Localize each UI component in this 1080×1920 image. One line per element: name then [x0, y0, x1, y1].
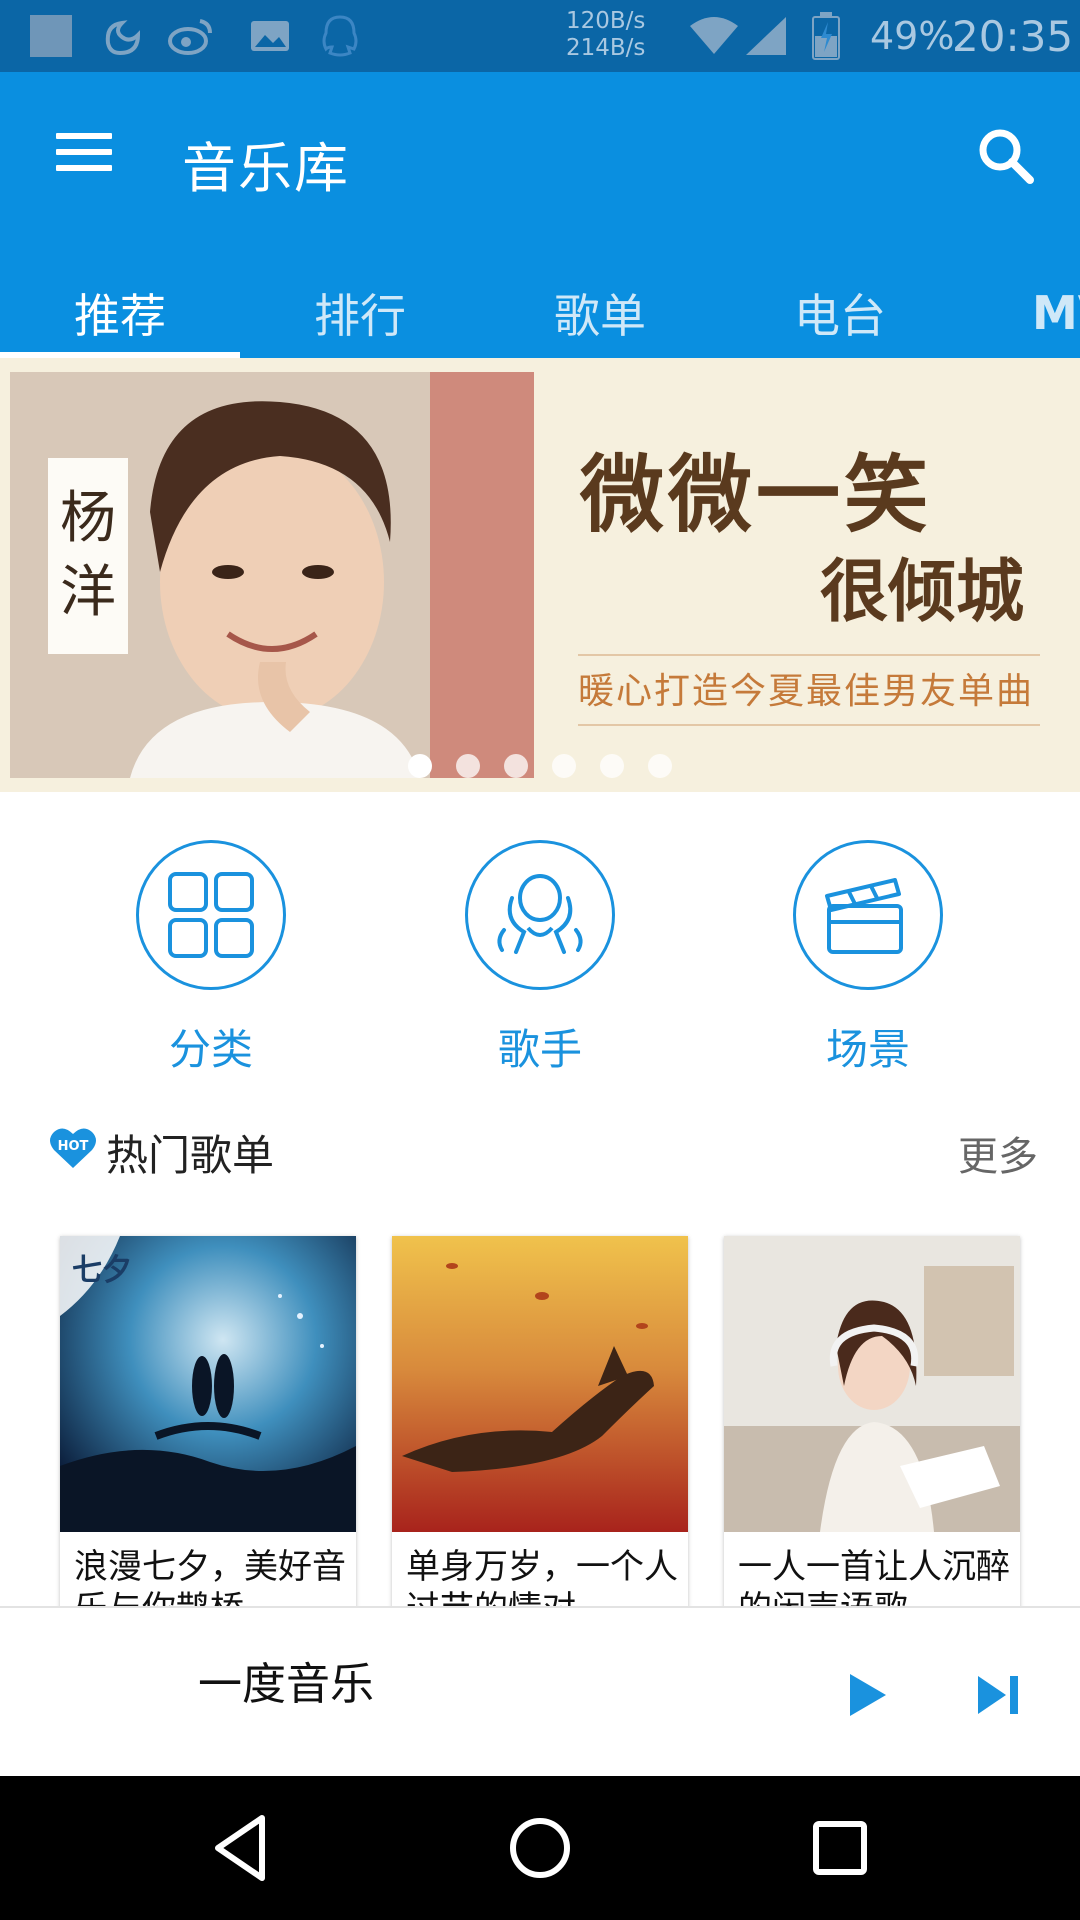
home-icon[interactable]	[502, 1810, 578, 1886]
clock: 20:35	[952, 12, 1074, 61]
banner-photo: 杨 洋	[10, 372, 534, 778]
back-icon[interactable]	[204, 1810, 280, 1886]
playlist-card[interactable]: 一人一首让人沉醉的闲声语歌	[724, 1236, 1020, 1636]
page-title: 音乐库	[182, 137, 350, 200]
play-icon[interactable]	[840, 1668, 894, 1722]
carousel-dot[interactable]	[456, 754, 480, 778]
music-library-screen: 120B/s 214B/s 49% 20:35 音乐库 推荐 排行 歌单 电台 …	[0, 0, 1080, 1920]
playlist-cover	[724, 1236, 1020, 1532]
tab-radio[interactable]: 电台	[720, 268, 960, 358]
now-playing-title[interactable]: 一度音乐	[198, 1648, 374, 1712]
uc-browser-icon	[100, 14, 146, 58]
playlist-cover	[392, 1236, 688, 1532]
hamburger-menu-icon[interactable]	[52, 127, 116, 177]
tab-mv[interactable]: MV	[960, 268, 1080, 358]
category-entry[interactable]: 分类	[136, 840, 286, 1074]
recents-icon[interactable]	[802, 1810, 878, 1886]
system-nav-bar	[0, 1776, 1080, 1920]
scene-label[interactable]: 场景	[793, 1016, 943, 1077]
scene-entry[interactable]: 场景	[793, 840, 943, 1074]
promo-banner[interactable]: 杨 洋 微微一笑 很倾城 暖心打造今夏最佳男友单曲	[0, 358, 1080, 792]
app-bar: 音乐库 推荐 排行 歌单 电台 MV	[0, 72, 1080, 358]
hot-playlists-header: HOT 热门歌单 更多	[44, 1118, 1038, 1180]
name-char-1: 杨	[60, 486, 116, 551]
section-title: 热门歌单	[106, 1131, 275, 1180]
name-char-2: 洋	[60, 560, 116, 625]
network-speed: 120B/s 214B/s	[566, 8, 686, 62]
carousel-dot[interactable]	[648, 754, 672, 778]
banner-divider-bottom	[578, 724, 1040, 726]
tab-ranking[interactable]: 排行	[240, 268, 480, 358]
mini-player[interactable]: 一度音乐	[0, 1606, 1080, 1776]
signal-icon	[744, 14, 788, 58]
hot-heart-icon: HOT	[48, 1126, 98, 1170]
weibo-icon	[166, 14, 216, 58]
playlist-card[interactable]: 七夕 浪漫七夕，美好音乐与你鹊桥	[60, 1236, 356, 1636]
carousel-dot[interactable]	[552, 754, 576, 778]
banner-divider-top	[578, 654, 1040, 656]
category-label[interactable]: 分类	[136, 1016, 286, 1077]
carousel-dot[interactable]	[504, 754, 528, 778]
banner-title: 微微一笑	[580, 445, 933, 544]
singer-icon[interactable]	[465, 840, 615, 990]
hot-badge-text: HOT	[58, 1139, 89, 1154]
playlist-card[interactable]: 单身万岁，一个人过节的情对	[392, 1236, 688, 1636]
cover-badge: 七夕	[72, 1253, 132, 1288]
tab-bar: 推荐 排行 歌单 电台 MV	[0, 268, 1080, 358]
grid-icon[interactable]	[136, 840, 286, 990]
banner-title-line2: 很倾城	[820, 552, 1025, 632]
qq-icon	[318, 14, 362, 58]
tab-recommend[interactable]: 推荐	[0, 268, 240, 358]
image-icon	[248, 14, 292, 58]
carousel-indicator	[408, 754, 672, 778]
singer-label[interactable]: 歌手	[465, 1016, 615, 1077]
clapperboard-icon[interactable]	[793, 840, 943, 990]
banner-subtitle: 暖心打造今夏最佳男友单曲	[578, 671, 1035, 712]
battery-icon	[812, 12, 840, 60]
search-icon[interactable]	[972, 122, 1042, 192]
tab-playlists[interactable]: 歌单	[480, 268, 720, 358]
battery-percent: 49%	[870, 14, 955, 58]
net-down-speed: 214B/s	[566, 35, 646, 61]
skip-next-icon[interactable]	[972, 1670, 1026, 1720]
banner-name-tag: 杨 洋	[48, 458, 128, 654]
playlist-cover: 七夕	[60, 1236, 356, 1532]
wifi-icon	[688, 14, 740, 58]
carousel-dot[interactable]	[600, 754, 624, 778]
net-up-speed: 120B/s	[566, 8, 646, 34]
singer-entry[interactable]: 歌手	[465, 840, 615, 1074]
carousel-dot[interactable]	[408, 754, 432, 778]
gallery-icon	[28, 14, 74, 58]
more-link[interactable]: 更多	[958, 1124, 1038, 1182]
status-bar: 120B/s 214B/s 49% 20:35	[0, 0, 1080, 72]
